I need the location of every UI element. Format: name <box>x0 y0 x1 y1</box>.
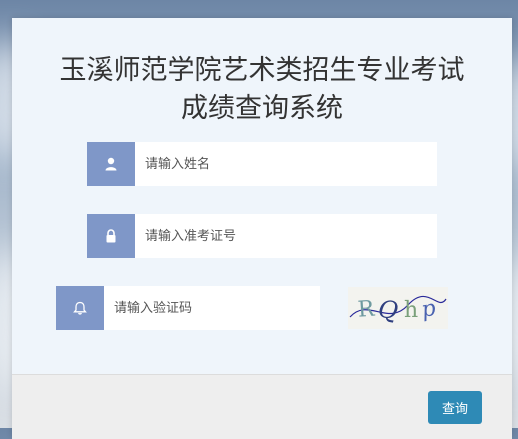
user-icon <box>87 142 135 186</box>
name-input-group <box>87 142 437 186</box>
panel-footer: 查询 <box>12 374 512 439</box>
query-button[interactable]: 查询 <box>428 391 482 424</box>
title-line-2: 成绩查询系统 <box>181 93 343 124</box>
bell-icon <box>56 286 104 330</box>
svg-text:R: R <box>357 296 377 322</box>
login-panel: 玉溪师范学院艺术类招生专业考试 成绩查询系统 请输入姓名 请输入准考证号 请输入… <box>12 18 512 439</box>
title-line-1: 玉溪师范学院艺术类招生专业考试 <box>59 55 465 86</box>
captcha-input[interactable] <box>104 286 320 330</box>
page-title: 玉溪师范学院艺术类招生专业考试 成绩查询系统 <box>12 52 512 128</box>
ticket-number-input[interactable] <box>135 214 437 258</box>
captcha-input-group <box>56 286 320 330</box>
svg-text:Q: Q <box>376 295 399 325</box>
captcha-image[interactable]: R Q h p <box>348 287 448 329</box>
ticket-input-group <box>87 214 437 258</box>
svg-text:h: h <box>404 298 418 323</box>
lock-icon <box>87 214 135 258</box>
name-input[interactable] <box>135 142 437 186</box>
